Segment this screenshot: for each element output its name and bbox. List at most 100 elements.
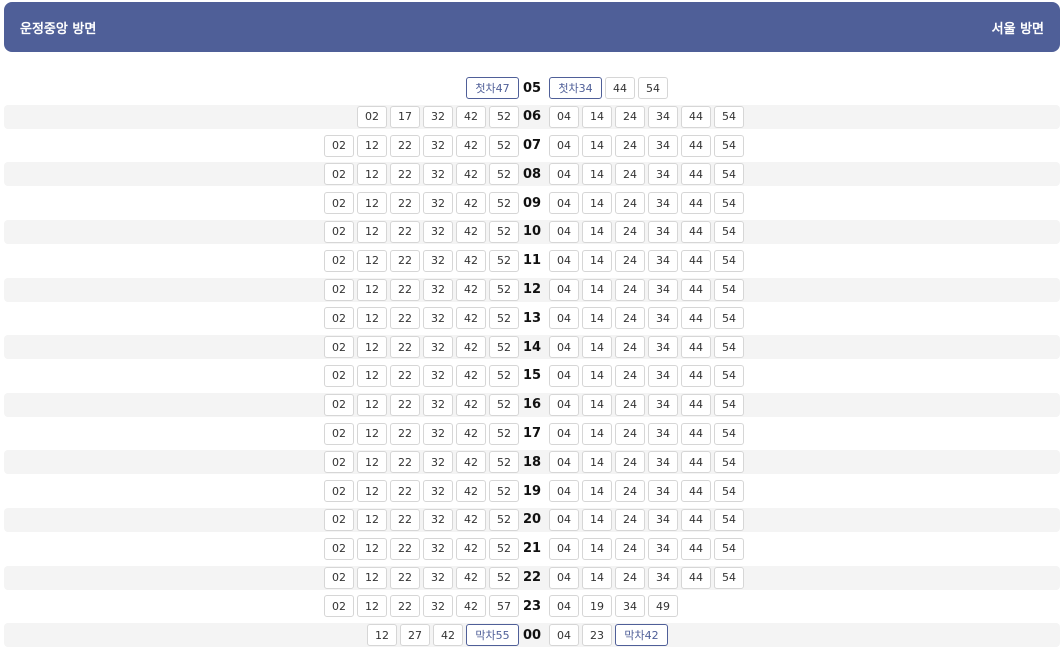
departures-left: 12 27 42 막차55 — [367, 623, 519, 647]
hour-label: 17 — [522, 426, 542, 442]
departure-minute-chip-right: 54 — [714, 566, 744, 589]
departures-right: 04 14 24 34 44 54 — [549, 134, 744, 158]
departure-minute-chip-right: 34 — [648, 278, 678, 301]
departure-minute-chip-left: 42 — [456, 163, 486, 186]
departure-minute-chip-left: 32 — [423, 249, 453, 272]
departure-minute-chip-right: 54 — [638, 77, 668, 99]
departure-minute-chip-right: 04 — [549, 105, 579, 128]
departure-minute-chip-right: 54 — [714, 364, 744, 387]
departure-minute-chip-left: 22 — [390, 249, 420, 272]
hour-label: 08 — [522, 166, 542, 182]
departure-minute-chip-right: 14 — [582, 480, 612, 503]
departure-minute-chip-right: 24 — [615, 220, 645, 243]
special-departure-chip-right: 막차42 — [615, 624, 668, 647]
departure-minute-chip-left: 52 — [489, 249, 519, 272]
departure-minute-chip-right: 24 — [615, 249, 645, 272]
departure-minute-chip-left: 52 — [489, 364, 519, 387]
departure-minute-chip-left: 32 — [423, 105, 453, 128]
timetable-row: 02 12 22 32 42 52 19 04 14 24 34 44 54 — [4, 479, 1060, 503]
timetable-row: 02 12 22 32 42 57 23 04 19 34 49 — [4, 594, 1060, 618]
departures-right: 04 14 24 34 44 54 — [549, 479, 744, 503]
hour-label: 19 — [522, 483, 542, 499]
departure-minute-chip-right: 14 — [582, 508, 612, 531]
departures-left: 02 12 22 32 42 52 — [324, 364, 519, 388]
departures-left: 02 17 32 42 52 — [357, 105, 519, 129]
departure-minute-chip-right: 54 — [714, 451, 744, 474]
departures-left: 02 12 22 32 42 52 — [324, 508, 519, 532]
departures-right: 04 19 34 49 — [549, 594, 678, 618]
departure-minute-chip-left: 32 — [423, 508, 453, 531]
departure-minute-chip-right: 34 — [648, 134, 678, 157]
departure-minute-chip-right: 34 — [648, 336, 678, 359]
departure-minute-chip-left: 52 — [489, 220, 519, 243]
departure-minute-chip-left: 02 — [324, 220, 354, 243]
departure-minute-chip-left: 52 — [489, 422, 519, 445]
timetable-header: 운정중앙 방면 서울 방면 — [4, 2, 1060, 52]
departure-minute-chip-right: 04 — [549, 480, 579, 503]
hour-label: 00 — [522, 627, 542, 643]
departure-minute-chip-right: 34 — [648, 192, 678, 215]
departure-minute-chip-right: 54 — [714, 336, 744, 359]
departure-minute-chip-left: 32 — [423, 480, 453, 503]
departure-minute-chip-left: 22 — [390, 595, 420, 618]
departures-right: 04 23 막차42 — [549, 623, 668, 647]
departure-minute-chip-right: 54 — [714, 422, 744, 445]
departure-minute-chip-right: 54 — [714, 508, 744, 531]
departure-minute-chip-right: 24 — [615, 105, 645, 128]
departure-minute-chip-left: 52 — [489, 134, 519, 157]
departure-minute-chip-left: 22 — [390, 451, 420, 474]
departure-minute-chip-right: 54 — [714, 480, 744, 503]
departure-minute-chip-right: 44 — [681, 537, 711, 560]
hour-label: 14 — [522, 339, 542, 355]
departure-minute-chip-left: 42 — [456, 134, 486, 157]
departure-minute-chip-left: 22 — [390, 307, 420, 330]
departures-left: 02 12 22 32 42 52 — [324, 249, 519, 273]
departure-minute-chip-right: 04 — [549, 249, 579, 272]
departure-minute-chip-left: 02 — [324, 508, 354, 531]
departures-left: 02 12 22 32 42 52 — [324, 335, 519, 359]
departure-minute-chip-left: 22 — [390, 336, 420, 359]
departure-minute-chip-right: 24 — [615, 336, 645, 359]
departures-right: 04 14 24 34 44 54 — [549, 220, 744, 244]
departure-minute-chip-left: 52 — [489, 336, 519, 359]
departure-minute-chip-left: 02 — [324, 249, 354, 272]
departure-minute-chip-right: 54 — [714, 220, 744, 243]
departure-minute-chip-left: 02 — [324, 480, 354, 503]
timetable-row: 02 12 22 32 42 52 12 04 14 24 34 44 54 — [4, 277, 1060, 302]
departures-right: 04 14 24 34 44 54 — [549, 422, 744, 446]
departure-minute-chip-right: 34 — [648, 480, 678, 503]
departure-minute-chip-right: 04 — [549, 307, 579, 330]
departure-minute-chip-right: 44 — [681, 422, 711, 445]
departure-minute-chip-left: 52 — [489, 537, 519, 560]
timetable-row: 02 12 22 32 42 52 07 04 14 24 34 44 54 — [4, 134, 1060, 158]
departure-minute-chip-left: 02 — [324, 192, 354, 215]
departure-minute-chip-left: 32 — [423, 537, 453, 560]
departure-minute-chip-right: 44 — [681, 336, 711, 359]
departure-minute-chip-left: 42 — [456, 307, 486, 330]
departure-minute-chip-left: 32 — [423, 566, 453, 589]
departure-minute-chip-right: 04 — [549, 364, 579, 387]
departure-minute-chip-right: 14 — [582, 336, 612, 359]
departure-minute-chip-right: 24 — [615, 393, 645, 416]
timetable-row: 02 17 32 42 52 06 04 14 24 34 44 54 — [4, 104, 1060, 129]
special-departure-chip-left: 막차55 — [466, 624, 519, 647]
departures-right: 첫차34 44 54 — [549, 76, 668, 100]
departure-minute-chip-left: 42 — [433, 624, 463, 647]
departures-right: 04 14 24 34 44 54 — [549, 249, 744, 273]
departure-minute-chip-right: 54 — [714, 105, 744, 128]
timetable-row: 02 12 22 32 42 52 18 04 14 24 34 44 54 — [4, 450, 1060, 475]
departure-minute-chip-right: 04 — [549, 134, 579, 157]
departure-minute-chip-left: 42 — [456, 105, 486, 128]
departure-minute-chip-left: 12 — [357, 364, 387, 387]
hour-label: 05 — [522, 80, 542, 96]
departure-minute-chip-right: 23 — [582, 624, 612, 647]
departures-left: 02 12 22 32 42 52 — [324, 537, 519, 561]
departure-minute-chip-left: 22 — [390, 364, 420, 387]
departure-minute-chip-right: 04 — [549, 451, 579, 474]
departures-left: 02 12 22 32 42 52 — [324, 134, 519, 158]
departure-minute-chip-right: 04 — [549, 566, 579, 589]
departure-minute-chip-left: 22 — [390, 480, 420, 503]
departures-left: 02 12 22 32 42 52 — [324, 422, 519, 446]
special-departure-chip-right: 첫차34 — [549, 77, 602, 99]
departures-right: 04 14 24 34 44 54 — [549, 191, 744, 215]
